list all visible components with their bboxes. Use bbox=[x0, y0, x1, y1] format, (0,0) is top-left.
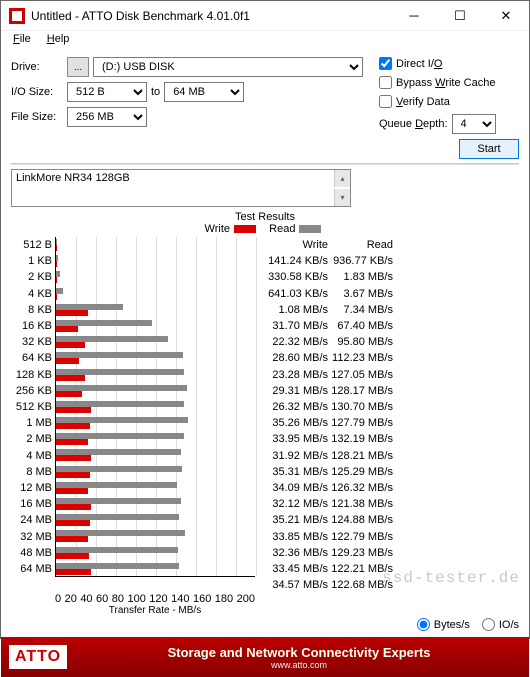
test-name: LinkMore NR34 128GB bbox=[16, 172, 130, 184]
minimize-button[interactable]: ─ bbox=[391, 1, 437, 31]
value-row: 1.08 MB/s7.34 MB/s bbox=[263, 302, 519, 318]
watermark: ssd-tester.de bbox=[382, 569, 520, 587]
chart-x-title: Transfer Rate - MB/s bbox=[55, 605, 255, 616]
chart-bars bbox=[55, 237, 255, 577]
drive-select[interactable]: (D:) USB DISK bbox=[93, 57, 363, 77]
value-row: 31.70 MB/s67.40 MB/s bbox=[263, 318, 519, 334]
value-row: 26.32 MB/s130.70 MB/s bbox=[263, 399, 519, 415]
footer-banner: ATTO Storage and Network Connectivity Ex… bbox=[1, 637, 529, 677]
verify-checkbox[interactable]: Verify Data bbox=[379, 95, 519, 108]
ios-radio[interactable]: IO/s bbox=[482, 618, 519, 631]
value-row: 32.36 MB/s129.23 MB/s bbox=[263, 545, 519, 561]
drive-browse-button[interactable]: ... bbox=[67, 57, 89, 77]
atto-logo: ATTO bbox=[9, 645, 67, 669]
scroll-down-icon[interactable]: ▾ bbox=[334, 189, 350, 206]
value-row: 28.60 MB/s112.23 MB/s bbox=[263, 350, 519, 366]
value-header: WriteRead bbox=[263, 237, 519, 253]
chart-y-labels: 512 B1 KB2 KB4 KB8 KB16 KB32 KB64 KB128 … bbox=[11, 237, 55, 593]
value-row: 22.32 MB/s95.80 MB/s bbox=[263, 334, 519, 350]
value-row: 29.31 MB/s128.17 MB/s bbox=[263, 383, 519, 399]
chart-legend: Test Results Write Read bbox=[11, 211, 519, 235]
maximize-button[interactable]: ☐ bbox=[437, 1, 483, 31]
drive-label: Drive: bbox=[11, 61, 63, 73]
value-row: 23.28 MB/s127.05 MB/s bbox=[263, 367, 519, 383]
window-title: Untitled - ATTO Disk Benchmark 4.01.0f1 bbox=[31, 9, 391, 23]
value-row: 31.92 MB/s128.21 MB/s bbox=[263, 448, 519, 464]
footer-line2: www.atto.com bbox=[77, 660, 521, 670]
filesize-select[interactable]: 256 MB bbox=[67, 107, 147, 127]
bypass-checkbox[interactable]: Bypass Write Cache bbox=[379, 76, 519, 89]
queuedepth-select[interactable]: 4 bbox=[452, 114, 496, 134]
value-row: 32.12 MB/s121.38 MB/s bbox=[263, 496, 519, 512]
app-icon bbox=[9, 8, 25, 24]
directio-checkbox[interactable]: Direct I/O bbox=[379, 57, 519, 70]
value-row: 141.24 KB/s936.77 KB/s bbox=[263, 253, 519, 269]
value-row: 33.95 MB/s132.19 MB/s bbox=[263, 431, 519, 447]
scroll-up-icon[interactable]: ▴ bbox=[334, 170, 350, 187]
iosize-label: I/O Size: bbox=[11, 86, 63, 98]
menu-file[interactable]: File bbox=[7, 31, 37, 51]
chart-x-labels: 020406080100120140160180200 bbox=[55, 593, 255, 605]
close-button[interactable]: ✕ bbox=[483, 1, 529, 31]
footer-line1: Storage and Network Connectivity Experts bbox=[77, 645, 521, 660]
iosize-to-select[interactable]: 64 MB bbox=[164, 82, 244, 102]
start-button[interactable]: Start bbox=[459, 139, 519, 159]
bytes-radio[interactable]: Bytes/s bbox=[417, 618, 470, 631]
value-row: 330.58 KB/s1.83 MB/s bbox=[263, 269, 519, 285]
value-row: 35.26 MB/s127.79 MB/s bbox=[263, 415, 519, 431]
test-description-box[interactable]: LinkMore NR34 128GB ▴ ▾ bbox=[11, 169, 351, 207]
queuedepth-label: Queue Depth: bbox=[379, 118, 448, 130]
value-row: 35.21 MB/s124.88 MB/s bbox=[263, 512, 519, 528]
value-row: 34.09 MB/s126.32 MB/s bbox=[263, 480, 519, 496]
to-label: to bbox=[151, 86, 160, 98]
value-row: 35.31 MB/s125.29 MB/s bbox=[263, 464, 519, 480]
filesize-label: File Size: bbox=[11, 111, 63, 123]
menu-help[interactable]: Help bbox=[41, 31, 76, 51]
value-row: 641.03 KB/s3.67 MB/s bbox=[263, 286, 519, 302]
value-row: 33.85 MB/s122.79 MB/s bbox=[263, 529, 519, 545]
iosize-from-select[interactable]: 512 B bbox=[67, 82, 147, 102]
